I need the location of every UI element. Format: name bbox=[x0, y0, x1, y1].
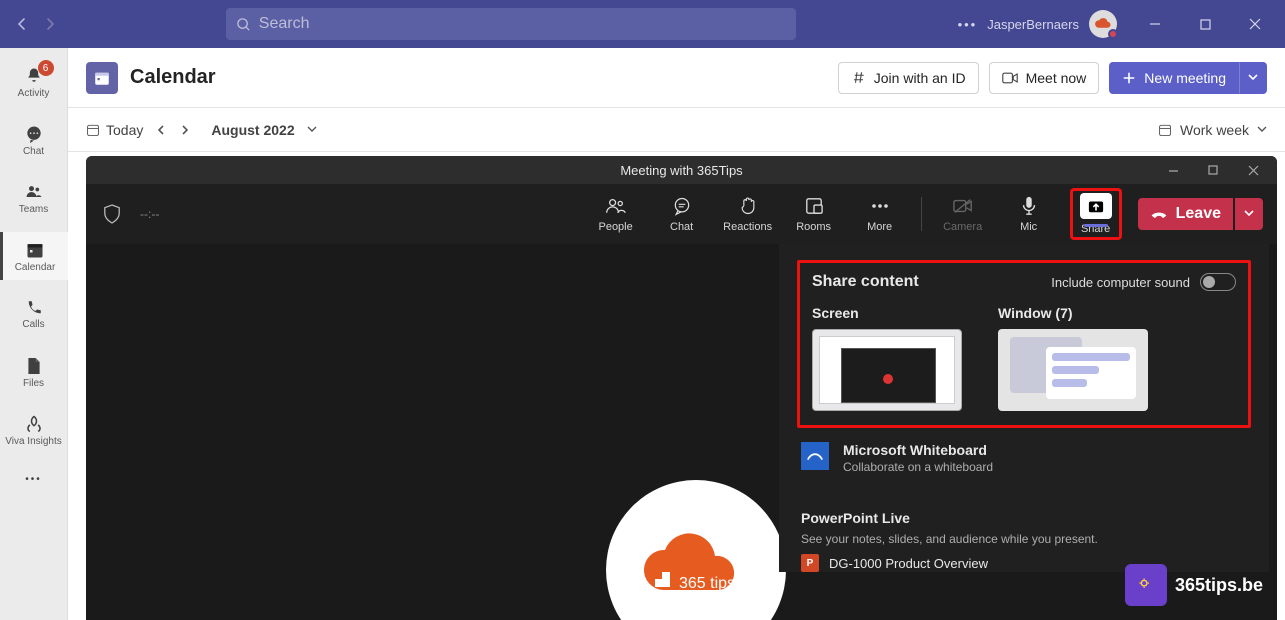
more-icon: ••• bbox=[25, 474, 42, 485]
activity-badge: 6 bbox=[38, 60, 54, 76]
share-button[interactable]: Share bbox=[1075, 193, 1117, 235]
meeting-maximize[interactable] bbox=[1193, 156, 1233, 184]
rail-more[interactable]: ••• bbox=[0, 464, 68, 494]
whiteboard-option[interactable]: Microsoft Whiteboard Collaborate on a wh… bbox=[797, 428, 1251, 474]
leave-dropdown[interactable] bbox=[1235, 198, 1263, 230]
rooms-icon bbox=[802, 195, 826, 217]
calendar-rail-icon bbox=[25, 240, 45, 260]
include-sound-toggle[interactable] bbox=[1200, 273, 1236, 291]
share-content-title: Share content bbox=[812, 273, 919, 291]
screen-label: Screen bbox=[812, 305, 962, 321]
meeting-window: Meeting with 365Tips --:-- People bbox=[86, 156, 1277, 620]
whiteboard-icon bbox=[801, 442, 829, 470]
hash-icon bbox=[851, 70, 866, 85]
include-sound-label: Include computer sound bbox=[1051, 275, 1190, 290]
file-icon bbox=[26, 356, 42, 376]
powerpoint-icon: P bbox=[801, 554, 819, 572]
minimize-button[interactable] bbox=[1133, 9, 1177, 39]
chevron-down-icon bbox=[1248, 74, 1258, 82]
maximize-button[interactable] bbox=[1183, 9, 1227, 39]
chat-icon bbox=[24, 124, 44, 144]
prev-period[interactable] bbox=[155, 124, 167, 136]
view-icon bbox=[1158, 123, 1172, 137]
window-label: Window (7) bbox=[998, 305, 1148, 321]
rail-activity[interactable]: 6 Activity bbox=[0, 58, 68, 106]
teams-icon bbox=[24, 182, 44, 202]
ellipsis-icon bbox=[868, 195, 892, 217]
more-button[interactable]: More bbox=[855, 195, 905, 233]
rail-viva[interactable]: Viva Insights bbox=[0, 406, 68, 454]
watermark-icon bbox=[1125, 564, 1167, 606]
month-label: August 2022 bbox=[211, 122, 294, 138]
search-placeholder: Search bbox=[259, 15, 310, 33]
rail-files[interactable]: Files bbox=[0, 348, 68, 396]
video-icon bbox=[1002, 72, 1018, 84]
avatar[interactable] bbox=[1089, 10, 1117, 38]
chat-bubble-icon bbox=[670, 195, 694, 217]
svg-text:365 tips: 365 tips bbox=[679, 575, 735, 592]
next-period[interactable] bbox=[179, 124, 191, 136]
more-menu[interactable]: ••• bbox=[958, 17, 978, 32]
hand-icon bbox=[736, 195, 760, 217]
month-dropdown[interactable] bbox=[307, 126, 317, 134]
people-button[interactable]: People bbox=[591, 195, 641, 233]
rooms-button[interactable]: Rooms bbox=[789, 195, 839, 233]
meeting-duration: --:-- bbox=[140, 207, 159, 221]
ppt-live-title: PowerPoint Live bbox=[801, 510, 1247, 526]
share-screen-option[interactable] bbox=[812, 329, 962, 411]
share-panel: Share content Include computer sound Scr… bbox=[779, 244, 1269, 572]
view-selector[interactable]: Work week bbox=[1180, 122, 1249, 138]
shield-icon[interactable] bbox=[100, 202, 124, 226]
mic-icon bbox=[1017, 195, 1041, 217]
user-name: JasperBernaers bbox=[987, 17, 1079, 32]
rail-chat[interactable]: Chat bbox=[0, 116, 68, 164]
mic-button[interactable]: Mic bbox=[1004, 195, 1054, 233]
meeting-title: Meeting with 365Tips bbox=[620, 163, 742, 178]
app-rail: 6 Activity Chat Teams Calendar Calls Fil… bbox=[0, 48, 68, 620]
rail-calendar[interactable]: Calendar bbox=[0, 232, 68, 280]
close-button[interactable] bbox=[1233, 9, 1277, 39]
meet-now-button[interactable]: Meet now bbox=[989, 62, 1100, 94]
ppt-live-subtitle: See your notes, slides, and audience whi… bbox=[801, 532, 1247, 546]
chevron-down-icon bbox=[1257, 126, 1267, 134]
hangup-icon bbox=[1150, 208, 1168, 220]
new-meeting-dropdown[interactable] bbox=[1239, 62, 1267, 94]
meeting-close[interactable] bbox=[1233, 156, 1273, 184]
viva-icon bbox=[24, 414, 44, 434]
presence-indicator bbox=[1108, 29, 1118, 39]
rail-teams[interactable]: Teams bbox=[0, 174, 68, 222]
participant-logo: 365 tips bbox=[606, 480, 786, 620]
join-with-id-button[interactable]: Join with an ID bbox=[838, 62, 979, 94]
share-icon bbox=[1080, 193, 1112, 219]
camera-off-icon bbox=[951, 195, 975, 217]
rail-calls[interactable]: Calls bbox=[0, 290, 68, 338]
watermark: 365tips.be bbox=[1125, 564, 1263, 606]
today-button[interactable]: Today bbox=[86, 122, 143, 138]
share-window-option[interactable] bbox=[998, 329, 1148, 411]
page-title: Calendar bbox=[130, 66, 216, 89]
people-icon bbox=[604, 195, 628, 217]
leave-button[interactable]: Leave bbox=[1138, 198, 1233, 230]
camera-button[interactable]: Camera bbox=[938, 195, 988, 233]
back-button[interactable] bbox=[8, 10, 36, 38]
meeting-chat-button[interactable]: Chat bbox=[657, 195, 707, 233]
new-meeting-button[interactable]: New meeting bbox=[1109, 62, 1239, 94]
meeting-minimize[interactable] bbox=[1153, 156, 1193, 184]
phone-icon bbox=[25, 299, 43, 317]
search-icon bbox=[236, 17, 251, 32]
reactions-button[interactable]: Reactions bbox=[723, 195, 773, 233]
forward-button[interactable] bbox=[36, 10, 64, 38]
calendar-small-icon bbox=[86, 123, 100, 137]
plus-icon bbox=[1122, 71, 1136, 85]
search-input[interactable]: Search bbox=[226, 8, 796, 40]
calendar-app-icon bbox=[86, 62, 118, 94]
